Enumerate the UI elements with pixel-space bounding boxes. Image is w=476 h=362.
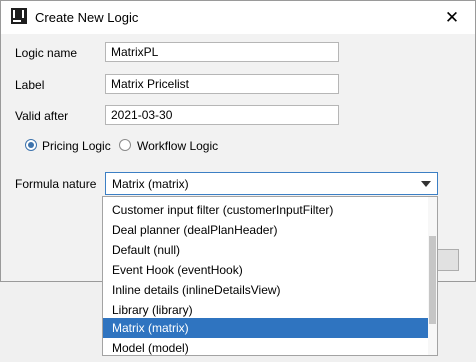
formula-nature-value: Matrix (matrix) [112, 177, 189, 191]
chevron-down-icon[interactable] [421, 181, 431, 187]
dropdown-item[interactable]: Inline details (inlineDetailsView) [103, 280, 429, 300]
dropdown-item[interactable]: Model (model) [103, 338, 429, 358]
logic-name-label: Logic name [15, 46, 78, 60]
formula-nature-dropdown-list[interactable]: Customer input filter (customerInputFilt… [102, 196, 438, 356]
dropdown-item[interactable]: Default (null) [103, 240, 429, 260]
pricing-logic-label[interactable]: Pricing Logic [42, 139, 111, 153]
pricing-logic-radio[interactable] [25, 139, 37, 151]
dropdown-item[interactable]: Customer input filter (customerInputFilt… [103, 200, 429, 220]
dropdown-item[interactable]: Event Hook (eventHook) [103, 260, 429, 280]
dropdown-item-selected[interactable]: Matrix (matrix) [103, 318, 429, 338]
valid-after-field[interactable] [105, 105, 339, 125]
title-bar: Create New Logic ✕ [1, 1, 475, 34]
formula-nature-label: Formula nature [15, 177, 97, 191]
dropdown-item[interactable]: Library (library) [103, 300, 429, 320]
intellij-idea-icon [11, 8, 27, 24]
close-button[interactable]: ✕ [429, 1, 475, 34]
valid-after-label: Valid after [15, 109, 69, 123]
logic-name-field[interactable] [105, 42, 339, 62]
formula-nature-select[interactable]: Matrix (matrix) [105, 172, 438, 195]
dialog-title: Create New Logic [35, 10, 139, 25]
label-field[interactable] [105, 74, 339, 94]
workflow-logic-label[interactable]: Workflow Logic [137, 139, 218, 153]
dropdown-scrollbar[interactable] [428, 197, 437, 355]
scrollbar-thumb[interactable] [429, 236, 436, 324]
label-label: Label [15, 78, 45, 92]
dropdown-item[interactable]: Deal planner (dealPlanHeader) [103, 220, 429, 240]
workflow-logic-radio[interactable] [119, 139, 131, 151]
